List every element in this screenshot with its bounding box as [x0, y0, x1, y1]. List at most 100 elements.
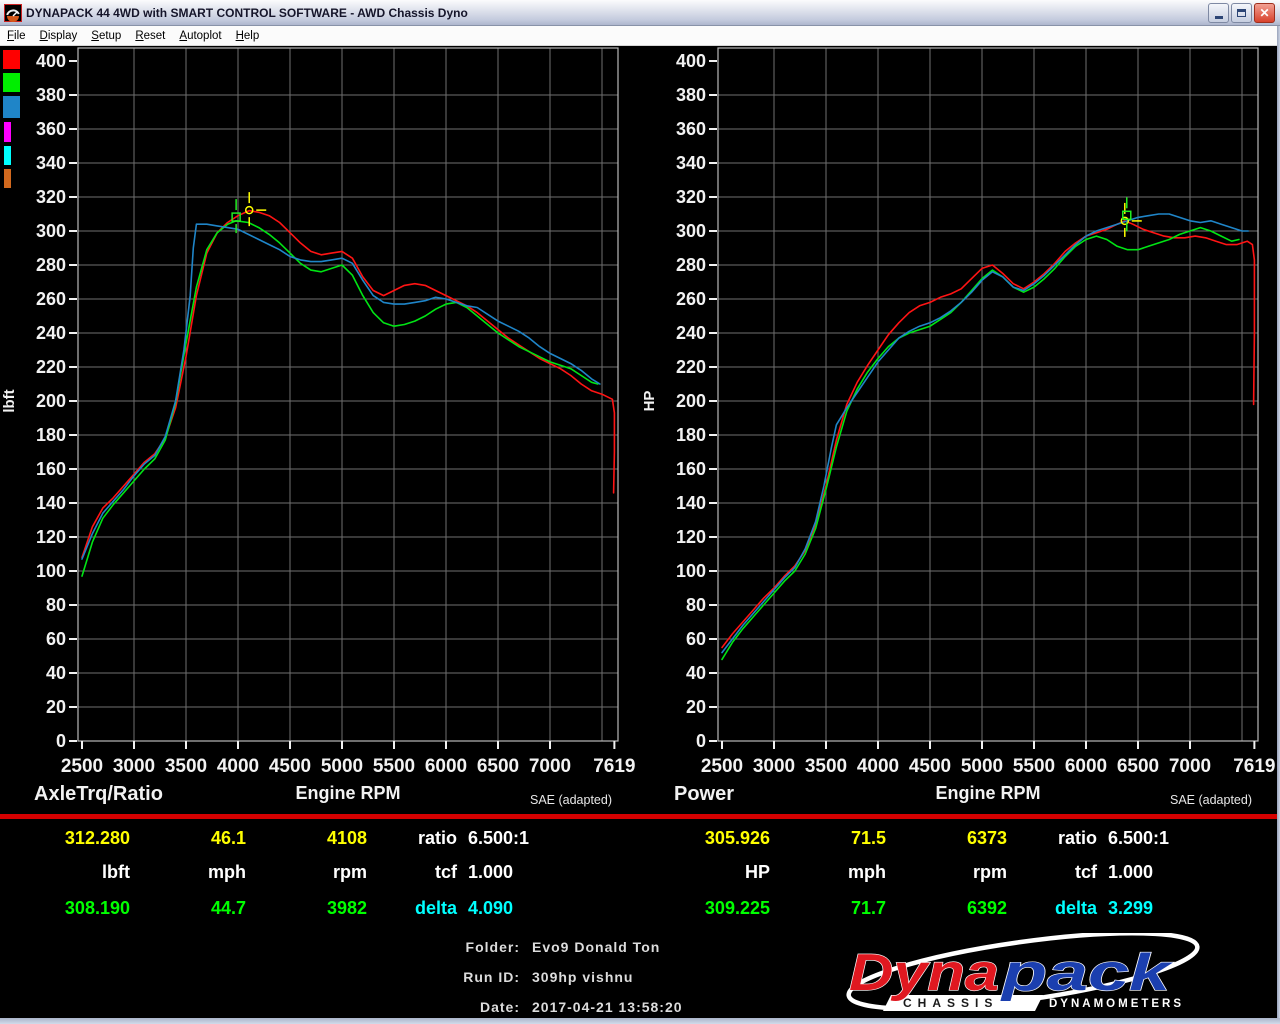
minimize-icon	[1214, 15, 1223, 19]
run-info: Folder: Evo9 Donald Ton Run ID: 309hp vi…	[0, 930, 830, 1024]
menu-item-autoplot[interactable]: Autoplot	[172, 30, 228, 42]
menu-bar: File Display Setup Reset Autoplot Help	[0, 26, 1280, 46]
close-button[interactable]: ✕	[1254, 2, 1275, 23]
y-tick-label: 260	[676, 289, 706, 309]
x-tick-label: 7000	[1169, 756, 1211, 777]
y-tick-label: 280	[676, 255, 706, 275]
date-label: Date:	[479, 999, 520, 1015]
y-tick-label: 120	[36, 527, 66, 547]
y-tick-label: 80	[46, 595, 66, 615]
menu-item-reset[interactable]: Reset	[128, 30, 172, 42]
x-tick-label: 6000	[1065, 756, 1107, 777]
date-value: 2017-04-21 13:58:20	[532, 999, 683, 1015]
torque-chart[interactable]: 0 20 40 60 80 100 120 140 160 180 200 220 240 260 280 3…	[0, 46, 640, 812]
run-id-label: Run ID:	[463, 969, 520, 985]
folder-label: Folder:	[465, 939, 520, 955]
menu-item-help[interactable]: Help	[229, 30, 267, 42]
y-tick-label: 120	[676, 527, 706, 547]
y-tick-label: 240	[676, 323, 706, 343]
y-tick-label: 400	[36, 51, 66, 71]
curve-run-green	[81, 220, 599, 577]
menu-item-file[interactable]: File	[0, 30, 33, 42]
x-tick-label: 4500	[909, 756, 951, 777]
y-tick-label: 100	[676, 561, 706, 581]
curve-run-red	[81, 209, 616, 559]
x-tick-label: 3500	[165, 756, 207, 777]
y-tick-label: 320	[676, 187, 706, 207]
y-tick-label: 0	[696, 731, 706, 751]
x-tick-label: 4500	[269, 756, 311, 777]
readout-right-delta-label: delta	[1054, 898, 1097, 918]
y-tick-label: 340	[36, 153, 66, 173]
cursor-marker-square[interactable]	[1122, 197, 1132, 232]
y-tick-label: 220	[36, 357, 66, 377]
restore-button[interactable]	[1231, 2, 1252, 23]
y-tick-label: 200	[676, 391, 706, 411]
curve-run-red	[721, 220, 1256, 649]
logo-text-pack: pack	[999, 944, 1174, 1002]
x-tick-label: 3000	[113, 756, 155, 777]
minimize-button[interactable]	[1208, 2, 1229, 23]
menu-item-display[interactable]: Display	[33, 30, 85, 42]
date-row: Date: 2017-04-21 13:58:20	[0, 996, 830, 1018]
readout-left-tcf-label: tcf	[435, 862, 457, 882]
title-bar[interactable]: DYNAPACK 44 4WD with SMART CONTROL SOFTW…	[0, 0, 1280, 26]
window-bottom-border	[0, 1018, 1280, 1024]
curve-run-green	[721, 226, 1240, 661]
y-tick-label: 20	[686, 697, 706, 717]
readout-left-delta-label: delta	[414, 898, 457, 918]
restore-icon	[1237, 8, 1246, 17]
window-title: DYNAPACK 44 4WD with SMART CONTROL SOFTW…	[26, 5, 468, 20]
readout-right-ratio-value: 6.500:1	[1108, 828, 1170, 848]
y-tick-label: 180	[676, 425, 706, 445]
folder-value: Evo9 Donald Ton	[532, 939, 661, 955]
readout-right-tcf-value: 1.000	[1108, 862, 1154, 882]
x-tick-label: 7000	[529, 756, 571, 777]
logo-tagline-dynamometers: DYNAMOMETERS	[1049, 998, 1184, 1010]
run-id-value: 309hp vishnu	[532, 969, 634, 985]
y-tick-label: 160	[36, 459, 66, 479]
y-tick-label: 100	[36, 561, 66, 581]
power-chart-svg: 0 20 40 60 80 100 120 140 160 180 200 220 240 260 280 3…	[641, 47, 1276, 807]
readout-right-tcf-label: tcf	[1075, 862, 1097, 882]
menu-item-setup[interactable]: Setup	[84, 30, 128, 42]
x-tick-label: 3000	[753, 756, 795, 777]
y-tick-label: 80	[686, 595, 706, 615]
y-tick-label: 60	[46, 629, 66, 649]
readout-right-delta-value: 3.299	[1108, 898, 1154, 918]
y-tick-label: 300	[676, 221, 706, 241]
torque-chart-svg: 0 20 40 60 80 100 120 140 160 180 200 220 240 260 280 3…	[1, 47, 636, 807]
y-tick-label: 160	[676, 459, 706, 479]
y-tick-label: 300	[36, 221, 66, 241]
y-axis-label: lbft	[1, 389, 18, 412]
x-tick-label: 5000	[321, 756, 363, 777]
readout-panel: 312.280 46.1 4108 ratio 6.500:1 lbft mph rpm tcf…	[0, 818, 1280, 934]
sae-note: SAE (adapted)	[530, 793, 612, 807]
x-tick-label: 5500	[373, 756, 415, 777]
y-tick-label: 280	[36, 255, 66, 275]
main-content: 0 20 40 60 80 100 120 140 160 180 200 220 240 260 280 3…	[0, 46, 1280, 1024]
y-tick-label: 40	[46, 663, 66, 683]
y-tick-label: 0	[56, 731, 66, 751]
logo-text-dyna: Dyna	[849, 944, 999, 1002]
x-tick-label: 4000	[857, 756, 899, 777]
x-tick-label: 6000	[425, 756, 467, 777]
y-tick-label: 180	[36, 425, 66, 445]
chart-title: AxleTrq/Ratio	[34, 783, 163, 805]
power-chart[interactable]: 0 20 40 60 80 100 120 140 160 180 200 220 240 260 280 3…	[640, 46, 1280, 812]
x-tick-label: 6500	[477, 756, 519, 777]
y-tick-label: 220	[676, 357, 706, 377]
y-tick-label: 140	[36, 493, 66, 513]
curve-run-blue	[81, 223, 601, 560]
x-tick-label: 3500	[805, 756, 847, 777]
y-tick-label: 200	[36, 391, 66, 411]
x-tick-label: 7619	[1233, 756, 1275, 777]
run-folder-row: Folder: Evo9 Donald Ton	[0, 936, 830, 958]
x-tick-label: 4000	[217, 756, 259, 777]
y-tick-label: 360	[676, 119, 706, 139]
x-tick-label: 2500	[61, 756, 103, 777]
run-id-row: Run ID: 309hp vishnu	[0, 966, 830, 988]
x-axis-label: Engine RPM	[295, 783, 400, 803]
y-tick-label: 40	[686, 663, 706, 683]
chart-title: Power	[674, 783, 734, 805]
